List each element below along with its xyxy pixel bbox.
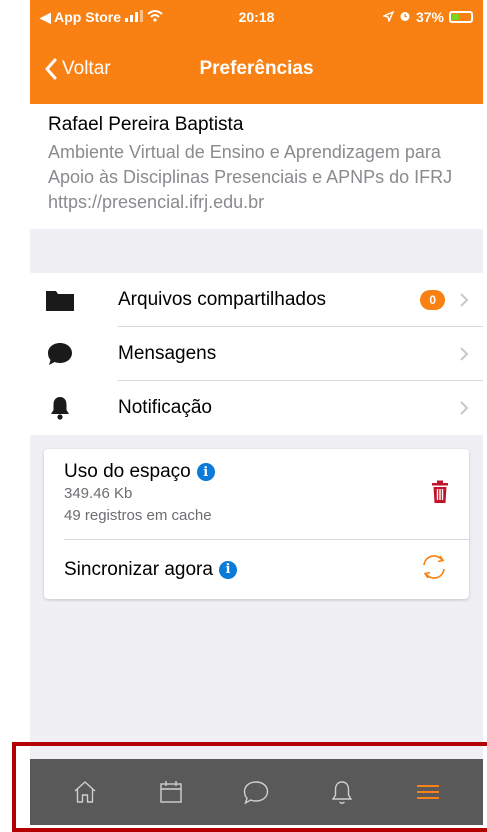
status-left: ◀ App Store <box>40 9 184 26</box>
home-icon[interactable] <box>65 772 105 812</box>
chevron-right-icon <box>459 346 469 362</box>
battery-percent: 37% <box>415 9 444 25</box>
menu-item-shared-files[interactable]: Arquivos compartilhados 0 <box>30 273 483 327</box>
sync-icon[interactable] <box>419 552 449 587</box>
navigation-bar: Voltar Preferências <box>30 34 483 104</box>
user-name: Rafael Pereira Baptista <box>48 114 244 135</box>
alarm-icon <box>399 9 411 25</box>
back-label: Voltar <box>62 58 111 79</box>
back-to-app-store[interactable]: ◀ App Store <box>40 9 121 26</box>
menu-item-messages[interactable]: Mensagens <box>30 327 483 381</box>
site-name: Ambiente Virtual de Ensino e Aprendizage… <box>48 142 453 187</box>
menu-icon[interactable] <box>408 772 448 812</box>
menu-item-label: Mensagens <box>118 343 217 364</box>
info-icon[interactable]: i <box>196 463 215 481</box>
app-screen: ◀ App Store 20:18 37% Voltar Preferência… <box>30 0 483 825</box>
storage-size: 349.46 Kb <box>64 485 133 502</box>
storage-title-label: Uso do espaço <box>64 461 191 482</box>
chevron-right-icon <box>459 400 469 416</box>
battery-icon <box>448 11 473 23</box>
messages-icon[interactable] <box>236 772 276 812</box>
signal-icon <box>125 9 144 25</box>
settings-menu: Arquivos compartilhados 0 Mensagens Noti… <box>30 273 483 435</box>
cache-count: 49 registros em cache <box>64 507 212 524</box>
info-icon[interactable]: i <box>218 560 237 579</box>
bell-icon <box>44 395 76 421</box>
status-time: 20:18 <box>238 9 275 25</box>
chevron-left-icon <box>45 58 57 80</box>
menu-item-label: Arquivos compartilhados <box>118 289 327 310</box>
wifi-icon <box>147 9 163 25</box>
status-bar: ◀ App Store 20:18 37% <box>30 0 483 34</box>
status-right: 37% <box>329 9 473 25</box>
storage-usage-text: Uso do espaço i 349.46 Kb 49 registros e… <box>64 461 431 527</box>
sync-row: Sincronizar agora i <box>44 540 469 599</box>
chevron-right-icon <box>459 292 469 308</box>
notifications-icon[interactable] <box>322 772 362 812</box>
menu-item-label: Notificação <box>118 397 212 418</box>
sync-text: Sincronizar agora i <box>64 559 419 581</box>
site-info: Rafael Pereira Baptista Ambiente Virtual… <box>30 104 483 229</box>
storage-title: Uso do espaço i <box>64 461 431 483</box>
menu-item-notifications[interactable]: Notificação <box>30 381 483 435</box>
count-badge: 0 <box>420 290 445 310</box>
chat-bubble-icon <box>44 341 76 367</box>
sync-title: Sincronizar agora i <box>64 559 419 581</box>
storage-usage-row: Uso do espaço i 349.46 Kb 49 registros e… <box>44 449 469 539</box>
location-icon <box>381 9 395 25</box>
back-button[interactable]: Voltar <box>44 58 111 80</box>
bottom-tab-bar <box>30 759 483 825</box>
folder-icon <box>44 288 76 312</box>
storage-card: Uso do espaço i 349.46 Kb 49 registros e… <box>44 449 469 599</box>
trash-icon[interactable] <box>431 480 449 509</box>
calendar-icon[interactable] <box>151 772 191 812</box>
site-url: https://presencial.ifrj.edu.br <box>48 192 265 212</box>
sync-label: Sincronizar agora <box>64 558 213 580</box>
